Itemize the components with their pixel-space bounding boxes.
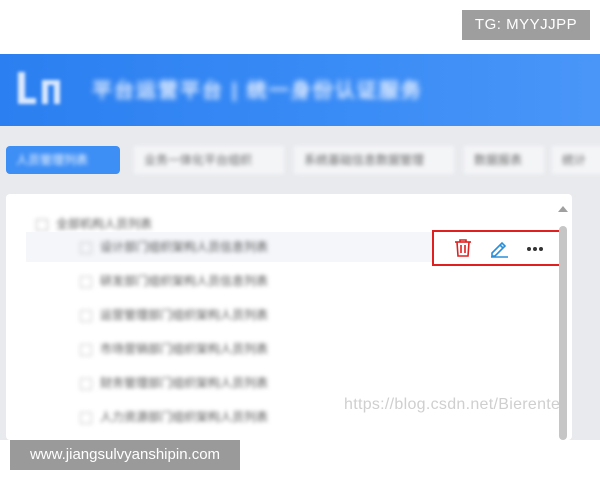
main-content: 人员管理列表 业务一体化平台组织 系统基础信息数据管理 数据报表 统计 全部机构…: [0, 126, 600, 440]
app-logo: [18, 68, 66, 110]
tree-item-label: 财务管理部门组织架构人员列表: [80, 373, 268, 393]
scroll-up-arrow-icon[interactable]: [558, 206, 568, 212]
tree-root[interactable]: 全部机构人员列表: [36, 214, 152, 234]
tab-2[interactable]: 业务一体化平台组织: [134, 146, 284, 174]
tab-strip: 人员管理列表 业务一体化平台组织 系统基础信息数据管理 数据报表 统计: [0, 142, 600, 180]
tree-item-label: 市场营销部门组织架构人员列表: [80, 339, 268, 359]
overlay-tag: TG: MYYJJPP: [462, 10, 590, 40]
tree-item-label: 研发部门组织架构人员信息列表: [80, 271, 268, 291]
app-title: 平台运营平台 | 统一身份认证服务: [92, 80, 423, 102]
tree-item[interactable]: 市场营销部门组织架构人员列表: [26, 334, 564, 364]
trash-icon[interactable]: [452, 237, 474, 259]
footer-strip: www.jiangsulvyanshipin.com: [0, 440, 600, 480]
tree-item[interactable]: 研发部门组织架构人员信息列表: [26, 266, 564, 296]
tree-item-label: 运营管理部门组织架构人员列表: [80, 305, 268, 325]
tab-5[interactable]: 统计: [552, 146, 600, 174]
app-header: 平台运营平台 | 统一身份认证服务: [0, 54, 600, 126]
tab-3[interactable]: 系统基础信息数据管理: [294, 146, 454, 174]
pencil-icon[interactable]: [488, 237, 510, 259]
tree-item-label: 设计部门组织架构人员信息列表: [80, 237, 268, 257]
ellipsis-icon[interactable]: [524, 237, 546, 259]
row-actions: [432, 230, 562, 266]
watermark: https://blog.csdn.net/Bierente: [344, 396, 561, 413]
tree-item[interactable]: 运营管理部门组织架构人员列表: [26, 300, 564, 330]
tree-item[interactable]: 财务管理部门组织架构人员列表: [26, 368, 564, 398]
site-tag: www.jiangsulvyanshipin.com: [10, 440, 240, 470]
tab-active[interactable]: 人员管理列表: [6, 146, 120, 174]
tree-item-label: 人力资源部门组织架构人员列表: [80, 407, 268, 427]
tab-4[interactable]: 数据报表: [464, 146, 544, 174]
